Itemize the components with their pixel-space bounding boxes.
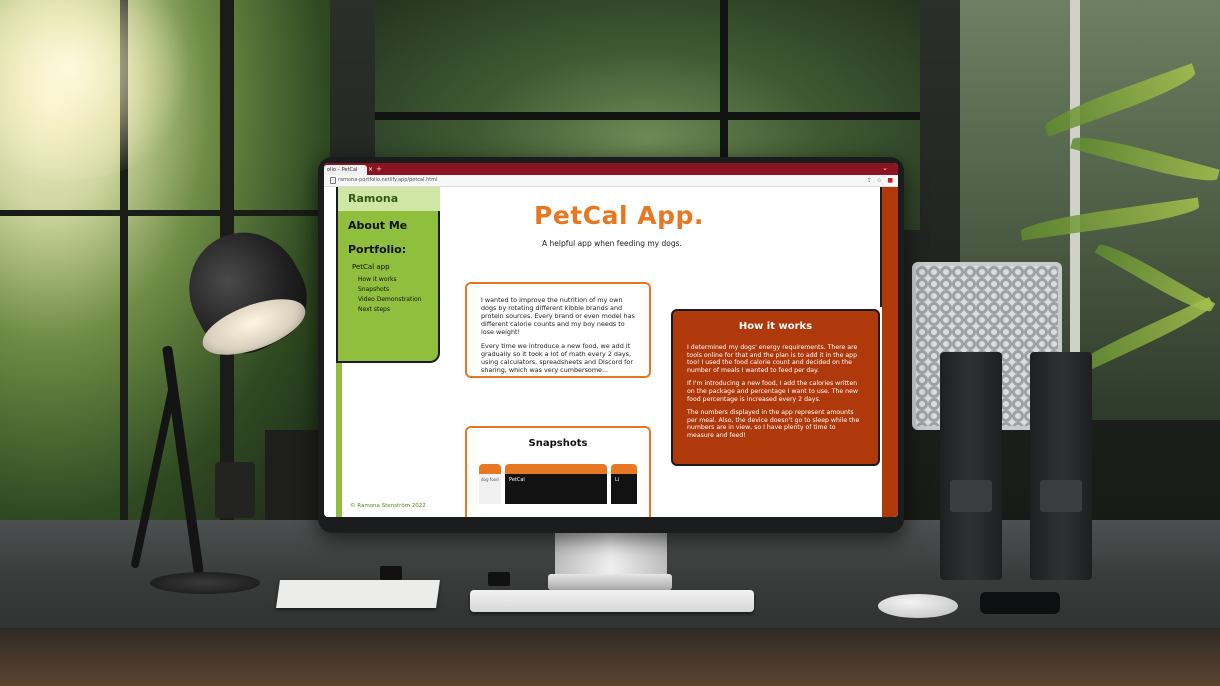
binder: [1030, 352, 1092, 580]
tab-close-icon[interactable]: ×: [368, 166, 373, 173]
binder: [940, 352, 1002, 580]
app-screenshot[interactable]: dog food: [479, 464, 501, 504]
nav-video-link[interactable]: Video Demonstration: [358, 296, 421, 303]
shot-label: PetCal: [505, 474, 607, 504]
monitor: olio – PetCal × + ⌄ ramona-portfolio.net…: [318, 157, 904, 533]
extension-icon[interactable]: ■: [887, 176, 893, 185]
page-title: PetCal App.: [534, 201, 704, 230]
binder-clip: [488, 572, 510, 586]
address-bar[interactable]: ramona-portfolio.netlify.app/petcal.html…: [324, 175, 898, 187]
nav-portfolio-heading: Portfolio:: [348, 243, 407, 256]
webpage: Ramona About Me Portfolio: PetCal app Ho…: [324, 187, 898, 517]
url-text[interactable]: ramona-portfolio.netlify.app/petcal.html: [338, 176, 437, 185]
browser-tab-bar: olio – PetCal × + ⌄: [324, 163, 898, 175]
nav-how-it-works-link[interactable]: How it works: [358, 276, 397, 283]
chevron-down-icon[interactable]: ⌄: [882, 164, 888, 172]
nav-next-steps-link[interactable]: Next steps: [358, 306, 390, 313]
window-mullion: [0, 210, 330, 216]
how-it-works-heading: How it works: [738, 321, 813, 332]
phone: [980, 592, 1060, 614]
monitor-stand: [555, 525, 667, 579]
nav-petcal-link[interactable]: PetCal app: [352, 263, 390, 271]
monitor-foot: [548, 574, 672, 590]
nav-about-link[interactable]: About Me: [348, 219, 407, 232]
app-screenshot[interactable]: PetCal: [505, 464, 607, 504]
nav-snapshots-link[interactable]: Snapshots: [358, 286, 389, 293]
lamp-base: [150, 572, 260, 594]
keyboard: [470, 590, 754, 612]
how-paragraph: If I'm introducing a new food, I add the…: [687, 380, 858, 403]
window-mullion: [375, 112, 920, 120]
snapshots-heading: Snapshots: [528, 438, 588, 449]
browser-tab[interactable]: olio – PetCal: [324, 165, 367, 175]
new-tab-icon[interactable]: +: [376, 165, 382, 173]
share-icon[interactable]: ⇪: [867, 176, 872, 185]
star-icon[interactable]: ☆: [877, 176, 882, 185]
binder-clip: [380, 566, 402, 580]
intro-card: I wanted to improve the nutrition of my …: [465, 282, 651, 378]
plant-pot: [215, 462, 255, 518]
footer-copyright: © Ramona Stenström 2022: [350, 503, 426, 509]
site-logo[interactable]: Ramona: [338, 187, 440, 211]
intro-paragraph: I wanted to improve the nutrition of my …: [481, 296, 635, 336]
pen-holder: [265, 430, 320, 520]
app-screenshot[interactable]: Li: [611, 464, 637, 504]
right-accent-strip: [882, 187, 898, 517]
lock-icon: [330, 177, 336, 184]
sidebar: Ramona About Me Portfolio: PetCal app Ho…: [336, 187, 440, 363]
snapshots-card: Snapshots dog food PetCal Li: [465, 426, 651, 517]
how-paragraph: I determined my dogs' energy requirement…: [687, 344, 858, 374]
how-paragraph: The numbers displayed in the app represe…: [687, 409, 860, 439]
how-it-works-card: How it works I determined my dogs' energ…: [671, 309, 880, 466]
desk-edge: [0, 628, 1220, 686]
monitor-screen: olio – PetCal × + ⌄ ramona-portfolio.net…: [324, 163, 898, 517]
sidebar-strip: [336, 363, 342, 517]
mouse: [878, 594, 958, 618]
page-subtitle: A helpful app when feeding my dogs.: [542, 239, 682, 248]
shot-label: Li: [611, 474, 637, 504]
notebook: [276, 580, 440, 608]
intro-paragraph: Every time we introduce a new food, we a…: [481, 342, 633, 374]
shot-label: dog food: [479, 474, 501, 504]
